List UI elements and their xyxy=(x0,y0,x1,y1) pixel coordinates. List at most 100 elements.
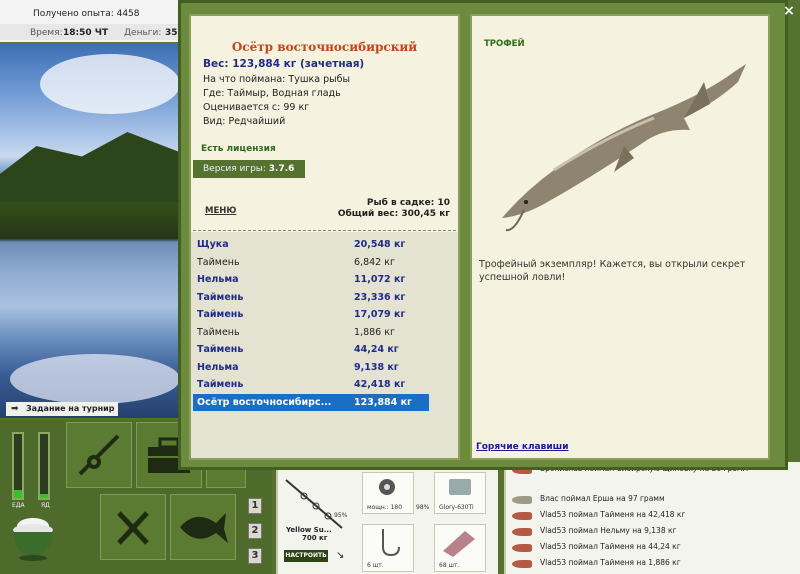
version-value: 3.7.6 xyxy=(268,164,295,174)
divider xyxy=(193,230,456,231)
menu-link[interactable]: МЕНЮ xyxy=(205,206,236,216)
hotkeys-link[interactable]: Горячие клавиши xyxy=(476,442,569,452)
time-label: Время: xyxy=(30,28,63,38)
version-label: Версия игры: xyxy=(203,164,269,174)
game-screen: Получено опыта: 4458 Время: 18:50 ЧТ Ден… xyxy=(0,0,800,574)
game-version: Версия игры: 3.7.6 xyxy=(193,160,305,178)
catch-info-card: Осётр восточносибирский Вес: 123,884 кг … xyxy=(189,14,460,460)
fish-weight: Вес: 123,884 кг (зачетная) xyxy=(203,58,365,70)
catch-row[interactable]: Таймень 1,886 кг xyxy=(193,324,429,341)
food-gauge-label: ЕДА xyxy=(12,502,25,509)
line-spool-icon xyxy=(449,479,471,495)
keepnet-total-weight: Общий вес: 300,45 кг xyxy=(337,209,450,219)
catch-fish-weight: 17,079 кг xyxy=(354,309,406,320)
catch-row[interactable]: Щука 20,548 кг xyxy=(193,236,429,253)
fish-icon xyxy=(512,528,532,536)
fish-icon xyxy=(512,544,532,552)
hook-count: 6 шт. xyxy=(367,562,384,569)
catch-list: Щука 20,548 кг Таймень 6,842 кг Нельма 11,072… xyxy=(191,232,458,458)
rod-name: Yellow Su... xyxy=(286,526,332,534)
log-entry: Vlad53 поймал Тайменя на 42,418 кг xyxy=(540,510,686,519)
reel-condition: 98% xyxy=(416,504,430,511)
rarity-text: Вид: Редчайший xyxy=(203,116,286,127)
fish-name-title: Осётр восточносибирский xyxy=(231,40,418,54)
keepnet-summary: Рыб в садке: 10 Общий вес: 300,45 кг xyxy=(338,198,450,220)
catch-fish-name: Таймень xyxy=(197,326,240,338)
fishing-rod-icon[interactable] xyxy=(282,474,352,534)
catch-fish-weight: 20,548 кг xyxy=(354,239,406,250)
rod-condition: 95% xyxy=(334,512,348,519)
fish-bait-icon xyxy=(443,531,475,557)
close-icon[interactable]: × xyxy=(780,2,798,20)
rod-max-weight: 700 кг xyxy=(302,534,328,542)
bait-slot[interactable]: 68 шт. xyxy=(434,524,486,572)
slot-2-button[interactable]: 2 xyxy=(248,523,262,539)
reel-icon xyxy=(379,479,395,495)
reel-power: мощн.: 180 xyxy=(367,504,403,511)
fork-knife-icon xyxy=(117,511,149,545)
valued-from-text: Оценивается с: 99 кг xyxy=(203,102,310,113)
arrow-right-icon: ➡ xyxy=(11,404,19,414)
catch-fish-name: Щука xyxy=(197,239,229,250)
catch-fish-name: Таймень xyxy=(197,256,240,268)
catch-row[interactable]: Таймень 23,336 кг xyxy=(193,289,429,306)
gear-panel: 95% Yellow Su... 700 кг НАСТРОИТЬ ↘ мощн… xyxy=(276,470,498,574)
food-tile[interactable] xyxy=(100,494,166,560)
money-value: 35 xyxy=(165,28,178,38)
catch-row[interactable]: Таймень 17,079 кг xyxy=(193,306,429,323)
player-stats-bar: Получено опыта: 4458 Время: 18:50 ЧТ Ден… xyxy=(0,0,185,44)
catch-fish-name: Таймень xyxy=(197,344,244,355)
caught-on-text: На что поймана: Тушка рыбы xyxy=(203,74,350,85)
cooking-pot-icon[interactable] xyxy=(10,512,56,562)
time-value: 18:50 ЧТ xyxy=(63,28,109,38)
catch-fish-weight: 6,842 кг xyxy=(354,256,395,268)
fish-sell-tile[interactable] xyxy=(170,494,236,560)
poison-gauge xyxy=(38,432,50,500)
fish-icon xyxy=(512,560,532,568)
catch-fish-weight: 11,072 кг xyxy=(354,274,406,285)
poison-gauge-fill xyxy=(40,494,48,498)
catch-row[interactable]: Таймень 44,24 кг xyxy=(193,341,429,358)
fish-icon xyxy=(512,496,532,504)
hill xyxy=(0,132,182,202)
catch-fish-weight: 23,336 кг xyxy=(354,291,406,303)
log-entry: Vlad53 поймал Нельму на 9,138 кг xyxy=(540,526,677,535)
trophy-card: ТРОФЕЙ Трофейный экземпляр! Кажется, вы … xyxy=(470,14,770,460)
slot-1-button[interactable]: 1 xyxy=(248,498,262,514)
fish-icon xyxy=(512,512,532,520)
catch-fish-name: Таймень xyxy=(197,309,244,320)
money-label: Деньги: xyxy=(124,28,162,38)
line-slot[interactable]: Glory-630Ti xyxy=(434,472,486,514)
catch-row[interactable]: Таймень 6,842 кг xyxy=(193,254,429,271)
tournament-task-label: Задание на турнир xyxy=(26,404,115,413)
catch-fish-weight: 42,418 кг xyxy=(354,379,406,390)
lake-view-image xyxy=(0,44,182,418)
hook-icon xyxy=(382,529,400,557)
line-name: Glory-630Ti xyxy=(439,504,474,511)
log-entry: Vlad53 поймал Тайменя на 44,24 кг xyxy=(540,542,681,551)
cursor-arrow-icon: ↘ xyxy=(336,550,345,561)
setup-button[interactable]: НАСТРОИТЬ xyxy=(284,550,328,562)
reel-slot[interactable]: мощн.: 180 xyxy=(362,472,414,514)
catch-row[interactable]: Нельма 9,138 кг xyxy=(193,359,429,376)
catch-fish-weight: 9,138 кг xyxy=(354,361,399,373)
catch-fish-weight: 44,24 кг xyxy=(354,344,399,355)
fishing-reel-icon xyxy=(78,434,120,476)
catch-fish-name: Таймень xyxy=(197,291,244,303)
location-text: Где: Таймыр, Водная гладь xyxy=(203,88,341,99)
slot-3-button[interactable]: 3 xyxy=(248,548,262,564)
catch-row[interactable]: Осётр восточносибирс... 123,884 кг xyxy=(193,393,429,411)
catch-fish-name: Осётр восточносибирс... xyxy=(197,396,332,408)
catch-fish-name: Нельма xyxy=(197,274,239,285)
catch-row[interactable]: Нельма 11,072 кг xyxy=(193,271,429,288)
catch-row[interactable]: Таймень 42,418 кг xyxy=(193,376,429,393)
sturgeon-image xyxy=(502,64,746,232)
catch-log-panel: Бронислав поймал Сибирскую щиповку на 20… xyxy=(504,462,800,574)
food-gauge xyxy=(12,432,24,500)
hook-slot[interactable]: 6 шт. xyxy=(362,524,414,572)
catch-fish-name: Таймень xyxy=(197,379,244,390)
tournament-task-button[interactable]: ➡ Задание на турнир xyxy=(6,402,118,416)
rod-setup-tile[interactable] xyxy=(66,422,132,488)
log-entry: Влас поймал Ерша на 97 грамм xyxy=(540,494,665,503)
fish-icon xyxy=(180,513,228,543)
